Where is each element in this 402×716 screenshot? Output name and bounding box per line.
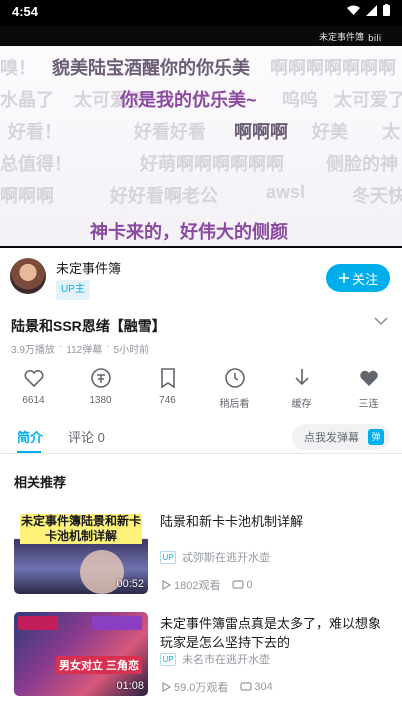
danmaku-text: 好美: [312, 122, 348, 142]
video-watermark: 未定事件簿 bili: [319, 30, 396, 43]
favorite-icon: [160, 368, 175, 389]
danmaku-text: 啊啊啊: [0, 186, 54, 206]
danmaku-text: 神卡来的，好伟大的侧颜: [90, 222, 288, 242]
list-item[interactable]: 男女对立 三角恋 01:08 未定事件簿雷点真是太多了，难以想象玩家是怎么坚持下…: [0, 612, 402, 704]
tab-indicator: [17, 451, 41, 453]
download-label: 缓存: [291, 399, 312, 410]
publish-time: 5小时前: [113, 345, 150, 356]
video-title: 陆景和SSR恩绪【融雪】: [11, 318, 166, 334]
avatar[interactable]: [10, 258, 46, 294]
download-button[interactable]: 缓存: [268, 365, 335, 415]
thumbnail-caption: 未定事件簿陆景和新卡卡池机制详解: [20, 514, 142, 544]
danmaku-input[interactable]: 点我发弹幕 弹: [292, 424, 390, 450]
signal-icon: [366, 4, 377, 16]
thumbnail-caption: 男女对立 三角恋: [56, 656, 143, 674]
danmaku-placeholder: 点我发弹幕: [304, 432, 359, 444]
danmaku-text: 貌美陆宝酒醒你的你乐美: [52, 58, 250, 78]
video-duration: 01:08: [116, 680, 144, 692]
danmaku-count: 112弹幕: [66, 345, 103, 356]
danmaku-text: 啊啊啊啊啊啊啊: [270, 58, 396, 78]
danmaku-text: 水晶了: [0, 90, 54, 110]
follow-button[interactable]: 关注: [326, 264, 390, 292]
watch-later-button[interactable]: 稍后看: [201, 365, 268, 415]
status-time: 4:54: [12, 4, 39, 19]
wifi-icon: [347, 5, 360, 15]
tab-intro[interactable]: 简介: [17, 427, 43, 446]
video-duration: 00:52: [116, 578, 144, 590]
video-meta: 3.9万播放 · 112弹幕 · 5小时前: [11, 341, 150, 356]
video-thumbnail[interactable]: 男女对立 三角恋 01:08: [14, 612, 148, 696]
video-thumbnail[interactable]: 未定事件簿陆景和新卡卡池机制详解 00:52: [14, 510, 148, 594]
like-count: 6614: [22, 395, 45, 406]
rec-title[interactable]: 未定事件簿雷点真是太多了，难以想象玩家是怎么坚持下去的: [160, 614, 388, 652]
rec-views: 1802观看: [174, 580, 221, 592]
danmaku-text: 冬天快: [352, 186, 402, 206]
tab-comments[interactable]: 评论 0: [68, 427, 105, 446]
danmaku-text: 侧脸的神: [326, 154, 398, 174]
battery-icon: [383, 4, 390, 16]
watch-later-icon: [224, 368, 245, 388]
rec-uploader: 忒弥斯在逃开水壶: [182, 552, 270, 564]
play-count-icon: [162, 681, 172, 693]
recommend-heading: 相关推荐: [14, 475, 67, 490]
comment-icon: [232, 580, 245, 589]
video-player[interactable]: 未定事件簿 bili 嗅！ 貌美陆宝酒醒你的你乐美 啊啊啊啊啊啊啊 水晶了 太可…: [0, 26, 402, 248]
danmaku-badge: 弹: [368, 429, 384, 445]
triple-icon: [359, 370, 378, 386]
plus-icon: [338, 273, 349, 283]
rec-comments: 304: [254, 681, 273, 693]
action-bar: 6614 1380 746 稍后看 缓存 三连: [0, 365, 402, 415]
rec-title[interactable]: 陆景和新卡卡池机制详解: [160, 512, 388, 531]
download-icon: [294, 369, 309, 386]
chevron-down-icon[interactable]: [372, 312, 390, 330]
danmaku-text: 好萌啊啊啊啊啊啊: [140, 154, 284, 174]
like-icon: [24, 369, 43, 388]
coin-count: 1380: [89, 395, 112, 406]
watch-later-label: 稍后看: [219, 399, 250, 410]
comment-icon: [240, 682, 253, 691]
tab-bar: 简介 评论 0 点我发弹幕 弹: [0, 418, 402, 454]
triple-label: 三连: [358, 399, 379, 410]
uploader-row: 未定事件簿 UP主 关注: [0, 250, 402, 306]
danmaku-text: 好看！: [8, 122, 62, 142]
follow-label: 关注: [351, 271, 378, 287]
coin-button[interactable]: 1380: [67, 365, 134, 415]
coin-icon: [90, 368, 111, 388]
danmaku-text: 好好看啊老公: [110, 186, 218, 206]
up-badge: UP: [160, 550, 176, 564]
danmaku-text: 嗅！: [0, 58, 36, 78]
rec-uploader: 未名市在逃开水壶: [182, 654, 270, 666]
uploader-name[interactable]: 未定事件簿: [56, 258, 121, 277]
triple-button[interactable]: 三连: [335, 365, 402, 415]
danmaku-text: 啊啊啊: [234, 122, 288, 142]
svg-text:bili: bili: [368, 34, 381, 42]
list-item[interactable]: 未定事件簿陆景和新卡卡池机制详解 00:52 陆景和新卡卡池机制详解 UP 忒弥…: [0, 510, 402, 602]
up-badge: UP: [160, 652, 176, 666]
danmaku-text: 好看好看: [134, 122, 206, 142]
video-frame: 嗅！ 貌美陆宝酒醒你的你乐美 啊啊啊啊啊啊啊 水晶了 太可爱了 你是我的优乐美~…: [0, 46, 402, 246]
danmaku-text: awsl: [266, 182, 306, 202]
danmaku-text: 呜呜: [282, 90, 318, 110]
bilibili-logo-icon: bili: [368, 34, 381, 42]
up-tag: UP主: [56, 280, 90, 300]
danmaku-text: 你是我的优乐美~: [120, 90, 257, 110]
rec-views: 59.0万观看: [174, 682, 229, 694]
danmaku-text: 太可爱了: [334, 90, 402, 110]
view-count: 3.9万播放: [11, 345, 55, 356]
status-bar: 4:54: [0, 0, 402, 26]
favorite-count: 746: [159, 395, 176, 406]
favorite-button[interactable]: 746: [134, 365, 201, 415]
play-count-icon: [162, 579, 172, 591]
rec-comments: 0: [246, 579, 253, 591]
danmaku-text: 总值得！: [0, 154, 72, 174]
like-button[interactable]: 6614: [0, 365, 67, 415]
danmaku-text: 太: [382, 122, 400, 142]
